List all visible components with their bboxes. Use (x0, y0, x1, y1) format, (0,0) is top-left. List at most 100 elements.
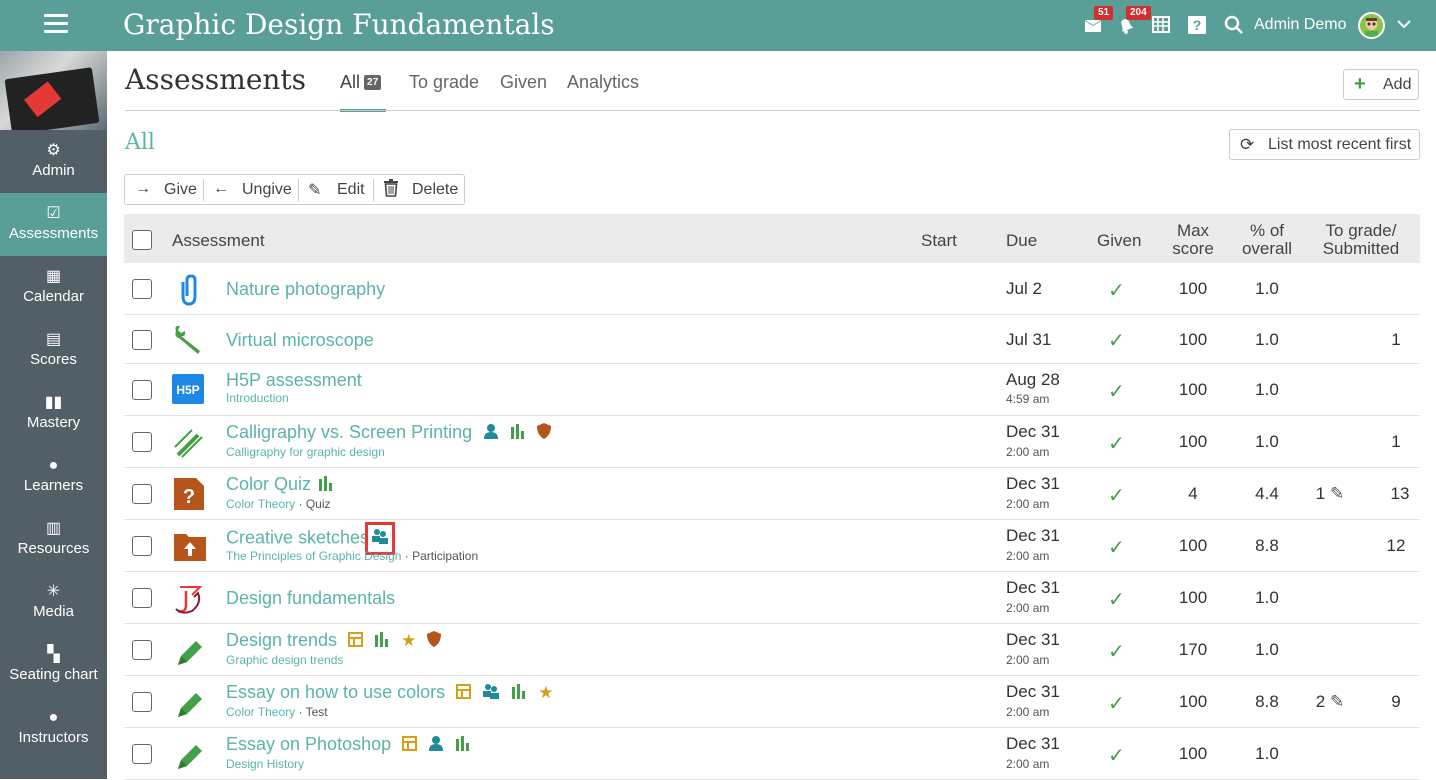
to-grade-count[interactable]: 1 ✎ (1310, 484, 1350, 504)
category-link[interactable]: Graphic design trends (226, 653, 343, 667)
table-row[interactable]: Design fundamentals Dec 31 2:00 am ✓ 100… (124, 572, 1420, 624)
group-icon[interactable] (365, 522, 396, 555)
row-checkbox[interactable] (132, 432, 152, 452)
header-start[interactable]: Start (921, 231, 957, 251)
category-link[interactable]: Color Theory (226, 497, 295, 511)
row-checkbox[interactable] (132, 744, 152, 764)
table-row[interactable]: Design trends ★ Graphic design trends De… (124, 624, 1420, 676)
hamburger-menu-icon[interactable] (44, 14, 68, 36)
max-score: 170 (1178, 640, 1208, 659)
h5p-icon: H5P (172, 374, 206, 408)
edit-button[interactable]: ✎ Edit (299, 175, 373, 204)
bar-chart-icon (510, 423, 526, 444)
gear-icon: ⚙ (46, 142, 61, 159)
tab-analytics[interactable]: Analytics (567, 72, 639, 112)
assessment-name[interactable]: H5P assessment (226, 370, 362, 391)
table-row[interactable]: Essay on how to use colors ★ Color Theor… (124, 676, 1420, 728)
select-all-checkbox[interactable] (132, 230, 152, 250)
avatar[interactable] (1358, 12, 1385, 39)
help-icon[interactable]: ? (1188, 15, 1210, 37)
header-to-grade-submitted[interactable]: To grade/ Submitted (1313, 222, 1409, 258)
sidebar-item-seating-chart[interactable]: ▚ Seating chart (0, 634, 107, 697)
category-link[interactable]: Calligraphy for graphic design (226, 445, 385, 459)
table-row[interactable]: Calligraphy vs. Screen Printing Calligra… (124, 416, 1420, 468)
tab-to-grade[interactable]: To grade (409, 72, 479, 112)
bell-icon[interactable]: 204 (1116, 6, 1151, 37)
category-link[interactable]: Design History (226, 757, 304, 771)
messages-icon[interactable]: 51 (1083, 6, 1114, 37)
submitted-count[interactable]: 9 (1366, 692, 1426, 712)
table-row[interactable]: Essay on Photoshop Design History Dec 31… (124, 728, 1420, 780)
max-score: 100 (1178, 279, 1208, 298)
delete-button[interactable]: Delete (374, 175, 464, 204)
assessment-name[interactable]: Design fundamentals (226, 588, 395, 609)
table-row[interactable]: Creative sketches The Principles of Grap… (124, 520, 1420, 572)
assessment-name[interactable]: Virtual microscope (226, 330, 374, 351)
chevron-down-icon[interactable] (1396, 17, 1418, 39)
user-name[interactable]: Admin Demo (1254, 16, 1346, 34)
tab-given[interactable]: Given (500, 72, 547, 112)
sidebar-item-learners[interactable]: ● Learners (0, 445, 107, 508)
category-link[interactable]: The Principles of Graphic Design (226, 549, 401, 563)
percent-overall: 1.0 (1255, 744, 1279, 763)
header-max-score[interactable]: Max score (1163, 222, 1223, 258)
calendar-icon[interactable] (1152, 15, 1174, 37)
sidebar-item-mastery[interactable]: ▮▮ Mastery (0, 382, 107, 445)
submitted-count[interactable]: 1 (1366, 330, 1426, 350)
assessment-name[interactable]: Essay on how to use colors ★ (226, 682, 553, 704)
assessment-name[interactable]: Color Quiz (226, 474, 334, 496)
table-row[interactable]: ? Color Quiz Color Theory · Quiz Dec 31 … (124, 468, 1420, 520)
ungive-button[interactable]: ← Ungive (204, 175, 298, 204)
check-icon: ✓ (1108, 280, 1125, 302)
assessment-name[interactable]: Calligraphy vs. Screen Printing (226, 422, 552, 444)
to-grade-count[interactable]: 2 ✎ (1310, 692, 1350, 712)
assessment-name[interactable]: Design trends ★ (226, 630, 442, 652)
table-row[interactable]: Virtual microscope Jul 31 ✓ 100 1.0 1 (124, 315, 1420, 364)
give-button[interactable]: → Give (125, 175, 203, 204)
assessment-name[interactable]: Nature photography (226, 279, 385, 300)
row-checkbox[interactable] (132, 536, 152, 556)
sort-button[interactable]: ⟳ List most recent first (1229, 129, 1420, 160)
tab-all[interactable]: All 27 (340, 72, 386, 112)
header-assessment[interactable]: Assessment (172, 231, 265, 251)
submitted-count[interactable]: 13 (1370, 484, 1430, 504)
sidebar-item-assessments[interactable]: ☑ Assessments (0, 193, 107, 256)
add-button[interactable]: + Add (1343, 69, 1419, 100)
person-icon: ● (48, 457, 59, 474)
assessment-category: Graphic design trends (226, 653, 343, 667)
edit-label: Edit (337, 181, 365, 198)
row-checkbox[interactable] (132, 279, 152, 299)
header-due[interactable]: Due (1006, 231, 1037, 251)
sidebar-item-resources[interactable]: ▥ Resources (0, 508, 107, 571)
category-link[interactable]: Introduction (226, 391, 289, 405)
row-checkbox[interactable] (132, 380, 152, 400)
row-checkbox[interactable] (132, 588, 152, 608)
action-bar: → Give ← Ungive ✎ Edit Delete (124, 174, 465, 205)
sidebar-item-scores[interactable]: ▤ Scores (0, 319, 107, 382)
assessment-name[interactable]: Essay on Photoshop (226, 734, 471, 756)
paperclip-icon (172, 274, 206, 308)
category-link[interactable]: Color Theory (226, 705, 295, 719)
no-edit-icon (172, 427, 206, 461)
submitted-count[interactable]: 12 (1366, 536, 1426, 556)
sidebar-item-media[interactable]: ✳ Media (0, 571, 107, 634)
assessment-name-text: Design trends (226, 630, 338, 650)
sidebar-item-calendar[interactable]: ▦ Calendar (0, 256, 107, 319)
due-time: 2:00 am (1006, 497, 1050, 511)
row-checkbox[interactable] (132, 330, 152, 350)
header-given[interactable]: Given (1097, 231, 1141, 251)
header-percent-overall[interactable]: % of overall (1237, 222, 1297, 258)
max-score: 100 (1178, 536, 1208, 555)
table-row[interactable]: H5P H5P assessment Introduction Aug 28 4… (124, 364, 1420, 416)
row-checkbox[interactable] (132, 640, 152, 660)
row-checkbox[interactable] (132, 484, 152, 504)
sidebar-item-instructors[interactable]: ● Instructors (0, 697, 107, 760)
table-row[interactable]: Nature photography Jul 2 ✓ 100 1.0 (124, 263, 1420, 315)
search-icon[interactable] (1224, 15, 1246, 37)
sidebar-item-admin[interactable]: ⚙ Admin (0, 130, 107, 193)
assessment-name[interactable]: Creative sketches (226, 522, 396, 555)
row-checkbox[interactable] (132, 692, 152, 712)
sidebar-item-label: Media (33, 603, 74, 620)
arrow-left-icon: ← (213, 180, 229, 197)
submitted-count[interactable]: 1 (1366, 432, 1426, 452)
